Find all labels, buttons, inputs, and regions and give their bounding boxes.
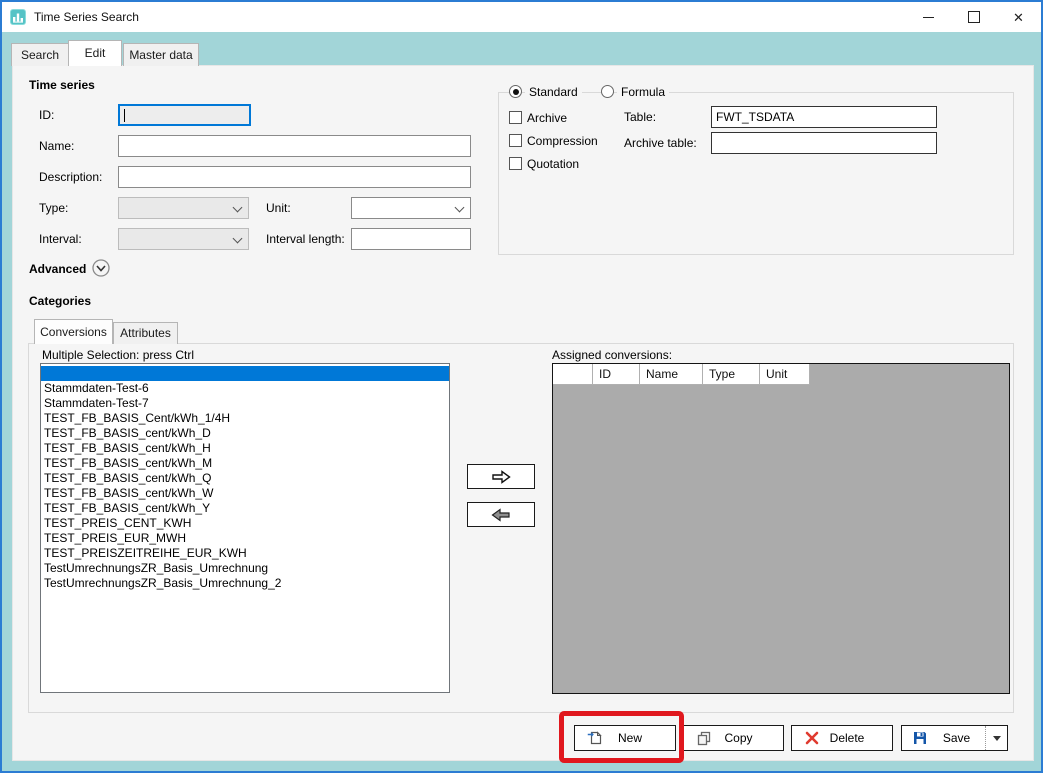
edit-tab-panel: Time series ID: Name: Description: Type:… [12,65,1034,761]
column-header-id: ID [593,364,640,385]
type-label: Type: [39,201,68,215]
window-title: Time Series Search [34,2,139,32]
list-item[interactable]: TestUmrechnungsZR_Basis_Umrechnung_2 [41,576,449,591]
unit-label: Unit: [266,201,291,215]
list-item[interactable]: TEST_PREISZEITREIHE_EUR_KWH [41,546,449,561]
description-label: Description: [39,170,102,184]
list-item[interactable]: TEST_FB_BASIS_cent/kWh_H [41,441,449,456]
list-item[interactable] [41,366,449,381]
advanced-heading: Advanced [29,262,86,276]
tab-attributes[interactable]: Attributes [113,322,178,344]
id-field[interactable] [118,104,251,126]
assigned-conversions-label: Assigned conversions: [552,348,672,362]
id-label: ID: [39,108,54,122]
list-item[interactable]: Stammdaten-Test-7 [41,396,449,411]
interval-length-field[interactable] [351,228,471,250]
column-header-selector [553,364,593,385]
arrow-right-icon [490,470,512,484]
name-field[interactable] [118,135,471,157]
conversions-panel: Multiple Selection: press Ctrl Stammdate… [28,343,1014,713]
title-bar: Time Series Search ✕ [2,2,1041,32]
chevron-down-icon [455,203,465,213]
compression-checkbox-label[interactable]: Compression [527,134,598,148]
chevron-down-icon [233,203,243,213]
interval-label: Interval: [39,232,82,246]
list-item[interactable]: TEST_PREIS_EUR_MWH [41,531,449,546]
save-dropdown-button[interactable] [985,726,1007,750]
app-window: Time Series Search ✕ Search Edit Master … [0,0,1043,773]
list-item[interactable]: TestUmrechnungsZR_Basis_Umrechnung [41,561,449,576]
quotation-checkbox[interactable] [509,157,522,170]
close-button[interactable]: ✕ [996,2,1041,32]
app-bar-chart-icon [10,9,26,25]
maximize-icon [968,11,980,23]
tab-search[interactable]: Search [11,43,69,66]
tab-master-data[interactable]: Master data [123,43,199,66]
close-icon: ✕ [1013,11,1024,24]
list-item[interactable]: TEST_FB_BASIS_cent/kWh_Q [41,471,449,486]
text-caret [124,109,125,122]
unassign-button[interactable] [467,502,535,527]
time-series-heading: Time series [29,78,95,92]
new-button-label: New [603,731,657,745]
list-item[interactable]: TEST_FB_BASIS_cent/kWh_W [41,486,449,501]
assign-button[interactable] [467,464,535,489]
archive-table-field[interactable] [711,132,937,154]
assigned-conversions-table[interactable]: ID Name Type Unit [552,363,1010,694]
arrow-left-icon [490,508,512,522]
formula-radio[interactable] [601,85,614,98]
copy-button-label: Copy [712,731,765,745]
copy-icon [696,730,712,746]
description-field[interactable] [118,166,471,188]
list-item[interactable]: TEST_FB_BASIS_Cent/kWh_1/4H [41,411,449,426]
list-item[interactable]: TEST_FB_BASIS_cent/kWh_Y [41,501,449,516]
quotation-checkbox-label[interactable]: Quotation [527,157,579,171]
copy-button[interactable]: Copy [683,725,784,751]
conversion-list[interactable]: Stammdaten-Test-6Stammdaten-Test-7TEST_F… [40,363,450,693]
dropdown-arrow-icon [993,736,1001,741]
advanced-expand-button[interactable] [92,259,110,277]
maximize-button[interactable] [951,2,996,32]
archive-table-label: Archive table: [624,136,697,150]
list-item[interactable]: TEST_PREIS_CENT_KWH [41,516,449,531]
archive-checkbox-label[interactable]: Archive [527,111,567,125]
delete-button-label: Delete [820,731,874,745]
list-item[interactable]: Stammdaten-Test-6 [41,381,449,396]
interval-dropdown[interactable] [118,228,249,250]
column-header-type: Type [703,364,760,385]
list-item[interactable]: TEST_FB_BASIS_cent/kWh_D [41,426,449,441]
compression-checkbox[interactable] [509,134,522,147]
column-header-name: Name [640,364,703,385]
table-field[interactable] [711,106,937,128]
name-label: Name: [39,139,74,153]
delete-button[interactable]: Delete [791,725,893,751]
formula-radio-label[interactable]: Formula [617,85,669,99]
categories-heading: Categories [29,294,91,308]
chevron-down-icon [233,234,243,244]
assigned-table-header: ID Name Type Unit [553,364,1009,385]
type-dropdown[interactable] [118,197,249,219]
multiselect-hint: Multiple Selection: press Ctrl [42,348,194,362]
tab-edit[interactable]: Edit [68,40,122,66]
save-button[interactable]: Save [901,725,1008,751]
save-floppy-icon [912,730,928,746]
archive-checkbox[interactable] [509,111,522,124]
list-item[interactable]: TEST_FB_BASIS_cent/kWh_M [41,456,449,471]
table-label: Table: [624,110,656,124]
new-document-icon [587,730,603,746]
delete-x-icon [804,730,820,746]
column-header-unit: Unit [760,364,810,385]
standard-radio-label[interactable]: Standard [525,85,582,99]
tab-conversions[interactable]: Conversions [34,319,113,344]
minimize-button[interactable] [906,2,951,32]
standard-radio[interactable] [509,85,522,98]
interval-length-label: Interval length: [266,232,345,246]
minimize-icon [923,17,934,18]
unit-dropdown[interactable] [351,197,471,219]
new-button[interactable]: New [574,725,676,751]
save-button-label: Save [928,731,985,745]
